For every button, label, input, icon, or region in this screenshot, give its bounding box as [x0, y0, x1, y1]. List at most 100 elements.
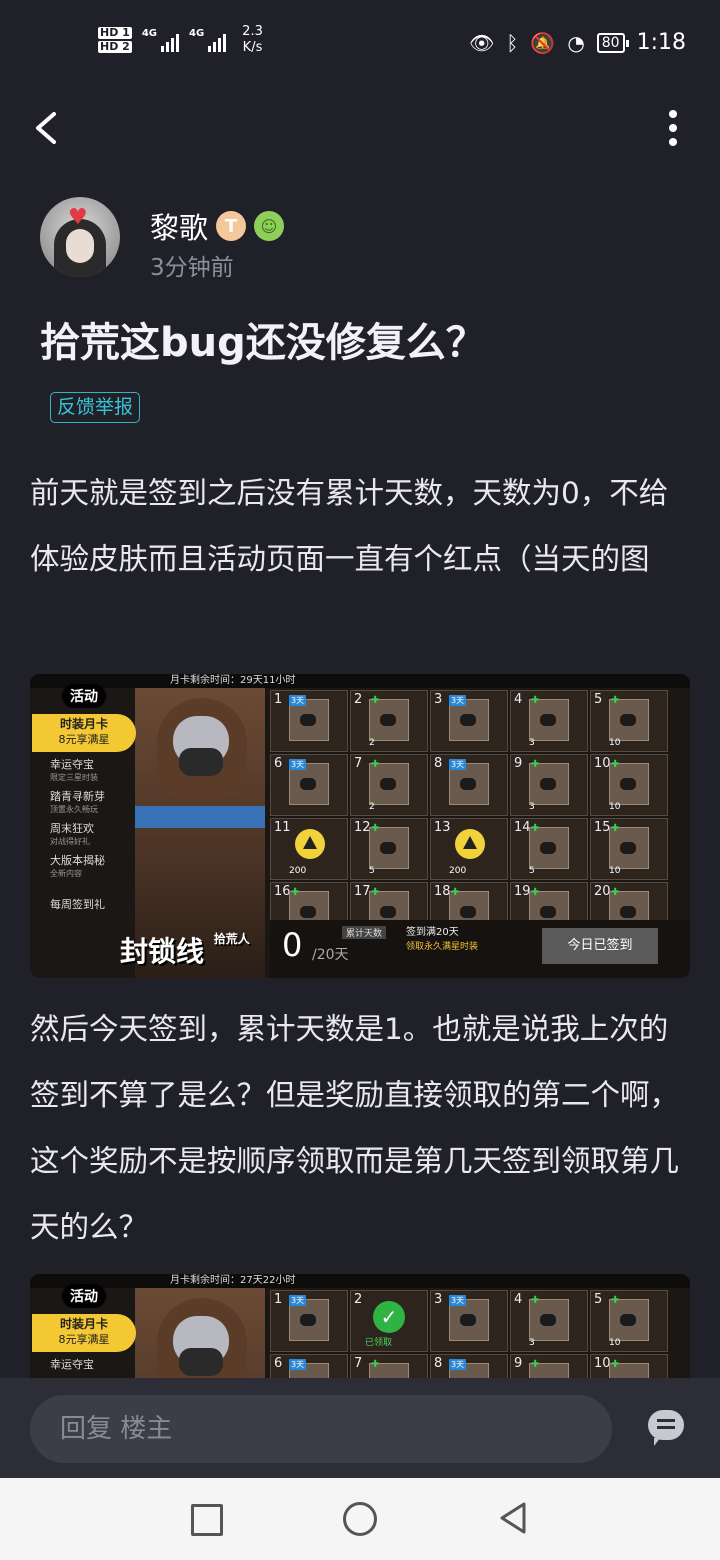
day-number: 9 — [514, 1356, 523, 1371]
accum-days-value: 0 — [282, 926, 303, 964]
days-badge: 3天 — [289, 1359, 307, 1370]
plus-icon: ✚ — [531, 695, 540, 706]
hd1-label: HD 1 — [98, 26, 132, 39]
plus-icon: ✚ — [371, 759, 380, 770]
plus-icon: ✚ — [371, 1359, 380, 1370]
coin-icon — [295, 829, 325, 859]
post-image-1[interactable]: 月卡剩余时间：29天11小时 活动 时装月卡 8元享满星 幸运夺宝 限定三星时装 … — [30, 674, 690, 978]
activity-logo: 活动 — [62, 1284, 106, 1308]
day-number: 1 — [274, 1292, 283, 1307]
heart-icon: ♥ — [68, 205, 88, 230]
days-badge: 3天 — [289, 759, 307, 770]
level-badge-icon: T — [216, 211, 247, 241]
days-badge: 3天 — [289, 1295, 307, 1306]
reply-input[interactable]: 回复 楼主 — [30, 1395, 612, 1463]
more-options-button[interactable] — [666, 110, 680, 146]
day-number: 8 — [434, 1356, 443, 1371]
day-number: 2 — [354, 692, 363, 707]
plus-icon: ✚ — [611, 823, 620, 834]
reward-cell: 1 3天 — [270, 690, 348, 752]
reward-count: 2 — [369, 802, 375, 812]
reward-cell: 12 ✚ 5 — [350, 818, 428, 880]
sign-in-grid: 13天2✓已领取33天4✚35✚1063天7✚283天9✚310✚10 — [270, 1290, 668, 1378]
day-number: 4 — [514, 692, 523, 707]
plus-icon: ✚ — [611, 1295, 620, 1306]
day-number: 11 — [274, 820, 291, 835]
reward-cell: 7✚2 — [350, 1354, 428, 1378]
reward-cell: 5 ✚ 10 — [590, 690, 668, 752]
coin-icon — [455, 829, 485, 859]
signal-2-icon: 4G — [189, 28, 227, 52]
sidebar-highlight: 时装月卡 8元享满星 — [32, 1314, 136, 1352]
post-image-2[interactable]: 月卡剩余时间：27天22小时 活动 时装月卡 8元享满星 幸运夺宝 1 3天 2 ✓ 已… — [30, 1274, 690, 1378]
reward-cell: 5 ✚ 10 — [590, 1290, 668, 1352]
reward-cell: 10✚10 — [590, 754, 668, 816]
days-badge: 3天 — [449, 759, 467, 770]
days-badge: 3天 — [449, 1359, 467, 1370]
battery-indicator: 80 — [596, 32, 629, 53]
character-title: 封锁线 拾荒人 — [120, 932, 250, 968]
check-icon: ✓ — [373, 1301, 405, 1333]
reward-count: 2 — [369, 738, 375, 748]
eye-icon: 👁 — [469, 30, 495, 55]
reward-cell: 8 3天 — [430, 754, 508, 816]
post-tag[interactable]: 反馈举报 — [50, 392, 141, 423]
bluetooth-icon: ᛒ — [506, 30, 519, 55]
day-number: 6 — [274, 756, 283, 771]
more-vertical-icon — [669, 110, 677, 118]
sidebar-item: 幸运夺宝 限定三星时装 — [50, 758, 98, 782]
reward-cell: 14 ✚ 5 — [510, 818, 588, 880]
activity-sidebar: 时装月卡 8元享满星 幸运夺宝 限定三星时装 踏青寻新芽 顶置永久畅玩 周末狂欢 对战… — [30, 714, 140, 911]
reply-bar: 回复 楼主 — [0, 1378, 720, 1478]
sidebar-item: 周末狂欢 对战得好礼 — [50, 822, 94, 846]
post-paragraph-1: 前天就是签到之后没有累计天数，天数为0，不给体验皮肤而且活动页面一直有个红点（当… — [30, 476, 669, 576]
author-name-row[interactable]: 黎歌 T ☺ — [150, 205, 285, 247]
author-avatar[interactable]: ♥ — [40, 197, 120, 277]
home-icon[interactable] — [343, 1502, 377, 1536]
sign-in-grid: 1 3天 2 ✚ 2 3 3天 4 ✚ 3 5 ✚ 10 6 3天 7 ✚ 2 8 3天 9 ✚ 3 10 ✚ 10 11 200 12… — [270, 690, 668, 944]
plus-icon: ✚ — [371, 695, 380, 706]
reward-cell: 10✚10 — [590, 1354, 668, 1378]
day-number: 8 — [434, 756, 443, 771]
reward-count: 5 — [369, 866, 375, 876]
reward-count: 3 — [529, 802, 535, 812]
reward-cell: 7 ✚ 2 — [350, 754, 428, 816]
post-time: 3分钟前 — [150, 255, 234, 281]
plus-icon: ✚ — [531, 887, 540, 898]
plus-icon: ✚ — [291, 887, 300, 898]
reward-count: 3 — [529, 738, 535, 748]
day-number: 5 — [594, 692, 603, 707]
sign-in-footer: 0 /20天 累计天数 签到满20天 领取永久满星时装 今日已签到 — [270, 920, 690, 978]
reward-cell: 3 3天 — [430, 1290, 508, 1352]
day-number: 3 — [434, 1292, 443, 1307]
day-number: 7 — [354, 756, 363, 771]
back-icon[interactable] — [496, 1500, 530, 1536]
reward-cell: 4 ✚ 3 — [510, 1290, 588, 1352]
sidebar-highlight: 时装月卡 8元享满星 — [32, 714, 136, 752]
speed-gauge-icon: ◔ — [567, 30, 585, 55]
plus-icon: ✚ — [531, 823, 540, 834]
chevron-left-icon — [36, 112, 56, 144]
plus-icon: ✚ — [531, 759, 540, 770]
day-number: 9 — [514, 756, 523, 771]
activity-logo: 活动 — [62, 684, 106, 708]
accum-days-total: /20天 — [312, 947, 349, 963]
comment-icon[interactable] — [648, 1410, 684, 1446]
speed-unit: K/s — [242, 40, 263, 55]
plus-icon: ✚ — [611, 1359, 620, 1370]
days-badge: 3天 — [289, 695, 307, 706]
reward-cell: 6 3天 — [270, 754, 348, 816]
day-number: 13 — [434, 820, 451, 835]
days-badge: 3天 — [449, 695, 467, 706]
mute-bell-icon: 🔕 — [530, 30, 556, 55]
back-button[interactable] — [30, 108, 70, 148]
reward-count: 10 — [609, 738, 621, 748]
activity-sidebar: 时装月卡 8元享满星 幸运夺宝 — [30, 1314, 140, 1371]
highlight-title: 时装月卡 — [59, 717, 108, 731]
recent-apps-icon[interactable] — [191, 1504, 223, 1536]
character-badge-icon: ☺ — [254, 211, 285, 241]
reward-cell: 2 ✚ 2 — [350, 690, 428, 752]
reward-count: 200 — [289, 866, 307, 876]
author-name[interactable]: 黎歌 — [150, 205, 208, 247]
day-number: 1 — [274, 692, 283, 707]
